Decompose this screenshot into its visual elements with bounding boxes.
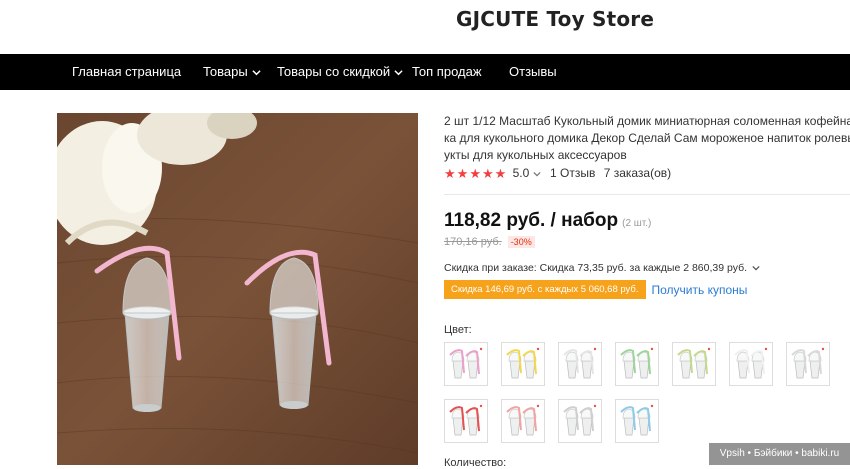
star-icon: ★	[444, 166, 456, 181]
color-swatch-white[interactable]	[729, 342, 773, 386]
cup-thumbnail-icon	[791, 347, 825, 379]
cup-thumbnail-icon	[449, 404, 483, 436]
color-label: Цвет:	[444, 324, 472, 336]
nav-item-discounted[interactable]: Товары со скидкой	[277, 54, 403, 90]
cup-thumbnail-icon	[734, 347, 768, 379]
chevron-down-icon	[752, 266, 760, 271]
discount-badge: -30%	[507, 236, 535, 248]
orders-count: 7 заказа(ов)	[603, 166, 672, 181]
color-swatch-light-green[interactable]	[672, 342, 716, 386]
product-title: 2 шт 1/12 Масштаб Кукольный домик миниат…	[444, 113, 850, 164]
star-icon: ★	[456, 166, 469, 181]
color-swatch-pink[interactable]	[501, 399, 545, 443]
color-swatch-blue[interactable]	[615, 399, 659, 443]
main-nav: Главная страница Товары Товары со скидко…	[0, 54, 850, 90]
nav-item-products[interactable]: Товары	[203, 54, 261, 90]
chevron-down-icon[interactable]	[533, 170, 541, 178]
chevron-down-icon	[252, 70, 261, 76]
chevron-down-icon	[394, 70, 403, 76]
color-swatch-clear[interactable]	[558, 342, 602, 386]
color-swatch-silver[interactable]	[558, 399, 602, 443]
old-price-row: 170,16 руб. -30%	[444, 236, 535, 248]
product-title-line: ка для кукольного домика Декор Сделай Са…	[444, 131, 850, 145]
coupon-tag[interactable]: Скидка 146,69 руб. с каждых 5 060,68 руб…	[444, 280, 646, 299]
nav-item-label: Главная страница	[72, 64, 182, 79]
old-price: 170,16 руб.	[444, 236, 502, 248]
order-discount[interactable]: Скидка при заказе: Скидка 73,35 руб. за …	[444, 262, 760, 274]
price-row: 118,82 руб. / набор (2 шт.)	[444, 210, 651, 232]
divider	[444, 194, 850, 195]
nav-item-home[interactable]: Главная страница	[72, 54, 181, 90]
color-swatch-red[interactable]	[444, 399, 488, 443]
cup-thumbnail-icon	[620, 404, 654, 436]
store-title[interactable]: GJCUTE Toy Store	[456, 7, 654, 31]
color-swatch-pink-purple[interactable]	[444, 342, 488, 386]
rating-row: ★★★★★ 5.0 1 Отзыв 7 заказа(ов)	[444, 166, 671, 184]
nav-item-label: Отзывы	[509, 64, 557, 79]
cup-thumbnail-icon	[563, 347, 597, 379]
nav-item-label: Топ продаж	[412, 64, 482, 79]
nav-item-bestsellers[interactable]: Топ продаж	[412, 54, 482, 90]
quantity-label: Количество:	[444, 457, 507, 469]
nav-item-label: Товары со скидкой	[277, 64, 391, 79]
star-icon: ★	[469, 166, 481, 181]
product-title-line: 2 шт 1/12 Масштаб Кукольный домик миниат…	[444, 114, 850, 128]
cup-thumbnail-icon	[506, 404, 540, 436]
cup-thumbnail-icon	[563, 404, 597, 436]
cup-thumbnail-icon	[677, 347, 711, 379]
color-swatch-yellow[interactable]	[501, 342, 545, 386]
coupon-row: Скидка 146,69 руб. с каждых 5 060,68 руб…	[444, 280, 747, 299]
rating-value[interactable]: 5.0	[513, 166, 530, 180]
product-title-line: укты для кукольных аксессуаров	[444, 148, 627, 162]
star-icon: ★	[494, 166, 507, 181]
color-swatch-grey[interactable]	[786, 342, 830, 386]
store-header: GJCUTE Toy Store	[0, 0, 850, 54]
get-coupons-link[interactable]: Получить купоны	[652, 283, 748, 297]
current-price: 118,82 руб. / набор	[444, 210, 619, 231]
cup-thumbnail-icon	[506, 347, 540, 379]
color-swatch-green[interactable]	[615, 342, 659, 386]
rating-stars: ★★★★★	[444, 166, 507, 182]
star-icon: ★	[481, 166, 494, 181]
cup-thumbnail-icon	[449, 347, 483, 379]
price-unit-note: (2 шт.)	[622, 218, 652, 229]
nav-item-label: Товары	[203, 64, 248, 79]
reviews-link[interactable]: 1 Отзыв	[550, 166, 595, 180]
nav-item-reviews[interactable]: Отзывы	[509, 54, 557, 90]
product-image[interactable]	[57, 113, 418, 465]
watermark: Vpsih • Бэйбики • babiki.ru	[709, 443, 850, 465]
cup-thumbnail-icon	[620, 347, 654, 379]
order-discount-text: Скидка при заказе: Скидка 73,35 руб. за …	[444, 262, 748, 274]
